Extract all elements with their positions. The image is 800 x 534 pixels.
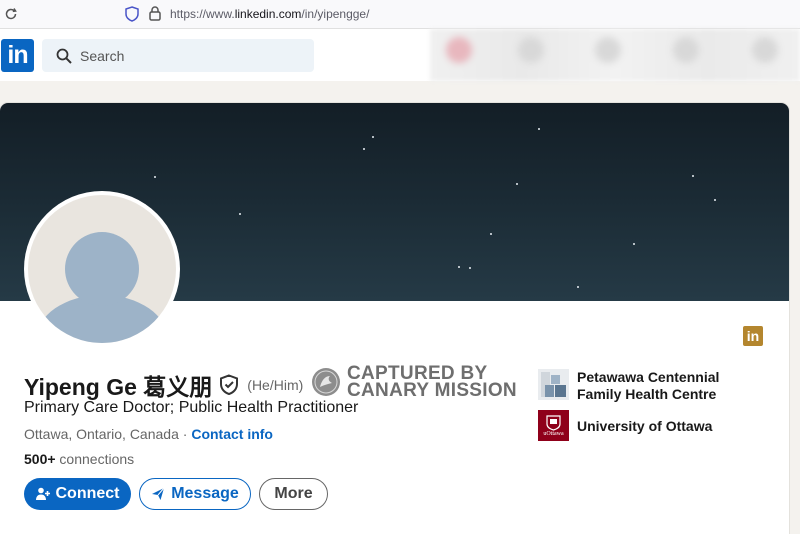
- organization-name: University of Ottawa: [577, 418, 713, 434]
- location-row: Ottawa, Ontario, Canada · Contact info: [24, 426, 273, 442]
- tracking-shield-icon[interactable]: [125, 6, 139, 22]
- profile-name: Yipeng Ge 葛义朋: [24, 374, 213, 400]
- search-placeholder: Search: [80, 48, 125, 64]
- contact-info-link[interactable]: Contact info: [191, 426, 273, 442]
- lock-icon[interactable]: [149, 6, 161, 21]
- avatar-silhouette-head: [65, 232, 139, 306]
- linkedin-nav: in Search: [0, 29, 800, 81]
- profile-card: in Yipeng Ge 葛义朋 (He/Him) CAPTURED BY CA…: [0, 103, 789, 534]
- petawawa-logo: [538, 369, 569, 400]
- separator: ·: [178, 426, 192, 442]
- add-person-icon: [35, 487, 50, 500]
- uottawa-logo-text: uOttawa: [543, 431, 564, 437]
- watermark-stamp: CAPTURED BY CANARY MISSION: [311, 363, 517, 401]
- connect-button[interactable]: Connect: [24, 478, 131, 510]
- more-button[interactable]: More: [259, 478, 328, 510]
- blurred-nav-icons: [430, 29, 800, 81]
- watermark-text: CAPTURED BY CANARY MISSION: [347, 363, 517, 401]
- message-button[interactable]: Message: [139, 478, 251, 510]
- reload-icon[interactable]: [3, 6, 19, 22]
- connections-count[interactable]: 500+ connections: [24, 451, 134, 467]
- profile-location: Ottawa, Ontario, Canada: [24, 426, 179, 442]
- canary-bird-icon: [312, 368, 340, 396]
- avatar: [28, 195, 176, 343]
- linkedin-logo[interactable]: in: [1, 39, 34, 72]
- organization-current[interactable]: Petawawa Centennial Family Health Centre: [538, 369, 767, 403]
- profile-avatar[interactable]: [24, 191, 180, 347]
- search-input[interactable]: Search: [42, 39, 314, 72]
- pronouns: (He/Him): [247, 377, 304, 393]
- organization-name: Petawawa Centennial Family Health Centre: [577, 369, 720, 402]
- browser-address-bar: https://www.linkedin.com/in/yipengge/: [0, 0, 800, 29]
- uottawa-logo: uOttawa: [538, 410, 569, 441]
- organization-education[interactable]: uOttawa University of Ottawa: [538, 410, 767, 441]
- url-field[interactable]: https://www.linkedin.com/in/yipengge/: [170, 7, 369, 21]
- name-row: Yipeng Ge 葛义朋 (He/Him): [24, 368, 303, 402]
- send-icon: [152, 487, 165, 500]
- search-icon: [56, 48, 72, 64]
- profile-headline: Primary Care Doctor; Public Health Pract…: [24, 399, 359, 416]
- linkedin-badge-icon: in: [743, 326, 763, 346]
- verified-shield-icon[interactable]: [219, 374, 239, 396]
